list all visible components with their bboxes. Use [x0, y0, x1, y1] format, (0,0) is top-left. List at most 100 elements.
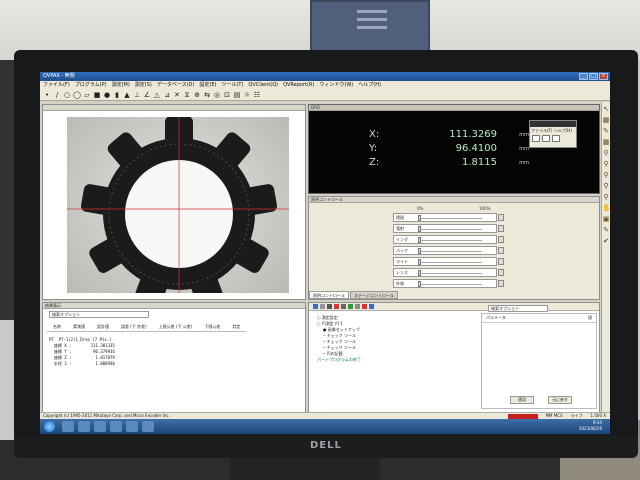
coordinate-readout-panel: DRO X: 111.3269 mm Y: 96.4100 mm Z: 1.81… — [308, 104, 600, 194]
light-row[interactable]: リング — [393, 235, 504, 244]
minimize-button[interactable]: _ — [579, 73, 588, 80]
report-tool-icon[interactable]: ☷ — [253, 91, 261, 99]
plane-tool-icon[interactable]: ▱ — [83, 91, 91, 99]
break-icon[interactable] — [362, 304, 367, 309]
param-header: パラメータ — [486, 315, 506, 320]
results-option-select[interactable]: 検索オプション — [49, 311, 149, 318]
cursor-icon[interactable]: ↖ — [602, 105, 610, 113]
measurement-toolbar: • / ○ ◯ ▱ ■ ● ▮ ▲ ⊥ ∠ △ ⊿ ✕ ⧖ ⊕ ⇆ ◎ ⊡ ▤ … — [40, 90, 610, 101]
taskbar-clock: 9:34 2023/06/29 — [579, 420, 602, 432]
y-readout: Y: 96.4100 mm — [369, 143, 529, 157]
light-row[interactable]: ライト — [393, 257, 504, 266]
taskbar-qvpak-icon[interactable] — [126, 421, 138, 432]
menu-window[interactable]: ウィンドウ(W) — [319, 81, 353, 90]
coordinate-tool-icon[interactable]: ⊕ — [193, 91, 201, 99]
menu-bar: ファイル(F) プログラム(P) 測定(M) 測定(S) データベース(D) 設… — [40, 81, 610, 90]
menu-database[interactable]: データベース(D) — [157, 81, 195, 90]
distance-tool-icon[interactable]: ⊥ — [133, 91, 141, 99]
program-panel: ○ 測定設定 ○ 円測定 円 1 ● 画像セットアップ ─ チェック ツール ─… — [308, 302, 600, 414]
maximize-button[interactable]: □ — [589, 73, 598, 80]
mini-window-menu[interactable]: ファイル(F) ヘルプ(H) — [530, 127, 576, 135]
grid-icon-2[interactable]: ▦ — [602, 138, 610, 146]
tab-light-control[interactable]: 照明コントロール — [309, 291, 349, 299]
taskbar-explorer-icon[interactable] — [78, 421, 90, 432]
alignment-tool-icon[interactable]: ⇆ — [203, 91, 211, 99]
mini-window[interactable]: ファイル(F) ヘルプ(H) — [529, 120, 577, 148]
menu-help[interactable]: ヘルプ(H) — [358, 81, 381, 90]
pen-icon[interactable]: ✎ — [602, 127, 610, 135]
cylinder-tool-icon[interactable]: ▮ — [113, 91, 121, 99]
graphics-tool-icon[interactable]: ☼ — [243, 91, 251, 99]
taskbar-app-icon[interactable] — [142, 421, 154, 432]
step-tool-icon[interactable]: ▤ — [233, 91, 241, 99]
start-button-icon[interactable] — [44, 421, 55, 432]
zoom-icon-4[interactable]: ⚲ — [602, 182, 610, 190]
menu-measure[interactable]: 測定(M) — [112, 81, 130, 90]
step-icon[interactable] — [355, 304, 360, 309]
hand-icon[interactable]: ✋ — [602, 204, 610, 212]
light-row[interactable]: 透過 — [393, 213, 504, 222]
zoom-icon-3[interactable]: ⚲ — [602, 171, 610, 179]
line-tool-icon[interactable]: / — [53, 91, 61, 99]
edit-icon[interactable] — [320, 304, 325, 309]
light-row[interactable]: 落射 — [393, 224, 504, 233]
camera-image[interactable] — [67, 117, 289, 293]
delete-icon[interactable] — [327, 304, 332, 309]
results-panel: 結果表示 検索オプション 名称 実測値 設計値 誤差 (下 許差) 上限公差 (… — [42, 302, 306, 414]
mini-print-icon[interactable] — [532, 135, 540, 142]
circle-tool-icon[interactable]: ○ — [63, 91, 71, 99]
apply-button[interactable]: 適用 — [510, 396, 534, 404]
tree-item-end[interactable]: パートプログラムの終了 — [317, 357, 467, 363]
edit-icon[interactable]: ✎ — [602, 226, 610, 234]
video-window — [42, 104, 306, 300]
triangle-tool-icon[interactable]: △ — [153, 91, 161, 99]
zoom-icon-2[interactable]: ⚲ — [602, 160, 610, 168]
x-value: 111.3269 — [449, 129, 497, 140]
y-axis-label: Y: — [369, 143, 378, 154]
ellipse-tool-icon[interactable]: ◯ — [73, 91, 81, 99]
taskbar-app-icon[interactable] — [94, 421, 106, 432]
light-row[interactable]: バック — [393, 246, 504, 255]
symmetry-tool-icon[interactable]: ⧖ — [183, 91, 191, 99]
menu-settings[interactable]: 設定(E) — [199, 81, 216, 90]
reference-tool-icon[interactable]: ⊡ — [223, 91, 231, 99]
camera-icon[interactable]: ▣ — [602, 215, 610, 223]
taskbar-app-icon[interactable] — [110, 421, 122, 432]
rectangle-tool-icon[interactable]: ■ — [93, 91, 101, 99]
check-icon[interactable]: ✔ — [602, 237, 610, 245]
light-control-panel: 照明コントロール 0% 100% 透過 落射 リング バック ライト レンズ 外… — [308, 196, 600, 300]
menu-qvreport[interactable]: QVReport(R) — [283, 81, 314, 90]
light-row[interactable]: レンズ — [393, 268, 504, 277]
grid-icon[interactable]: ▦ — [602, 116, 610, 124]
intersect-tool-icon[interactable]: ✕ — [173, 91, 181, 99]
origin-tool-icon[interactable]: ◎ — [213, 91, 221, 99]
zoom-icon-5[interactable]: ⚲ — [602, 193, 610, 201]
col-actual: 実測値 — [67, 323, 91, 332]
angle-tool-icon[interactable]: ∠ — [143, 91, 151, 99]
param-option-select[interactable]: 検索オプション — [488, 305, 548, 312]
undo-button[interactable]: 元に戻す — [548, 396, 572, 404]
tab-stage-control[interactable]: ステージコントロール — [350, 291, 398, 299]
menu-tools[interactable]: ツール(T) — [221, 81, 243, 90]
menu-qvclient[interactable]: QVClient(Q) — [248, 81, 278, 90]
zoom-icon[interactable]: ⚲ — [602, 149, 610, 157]
taskbar-ie-icon[interactable] — [62, 421, 74, 432]
tolerance-tool-icon[interactable]: ⊿ — [163, 91, 171, 99]
mini-grid-icon[interactable] — [542, 135, 550, 142]
options-icon[interactable] — [369, 304, 374, 309]
y-value: 96.4100 — [455, 143, 497, 154]
mini-save-icon[interactable] — [552, 135, 560, 142]
menu-measure-2[interactable]: 測定(S) — [135, 81, 152, 90]
monitor-stand — [230, 458, 380, 480]
run-icon[interactable] — [348, 304, 353, 309]
close-button[interactable]: × — [599, 73, 608, 80]
record-icon[interactable] — [334, 304, 339, 309]
light-row[interactable]: 外周 — [393, 279, 504, 288]
menu-program[interactable]: プログラム(P) — [75, 81, 107, 90]
stop-icon[interactable] — [341, 304, 346, 309]
cone-tool-icon[interactable]: ▲ — [123, 91, 131, 99]
new-icon[interactable] — [313, 304, 318, 309]
point-tool-icon[interactable]: • — [43, 91, 51, 99]
menu-file[interactable]: ファイル(F) — [43, 81, 70, 90]
sphere-tool-icon[interactable]: ● — [103, 91, 111, 99]
